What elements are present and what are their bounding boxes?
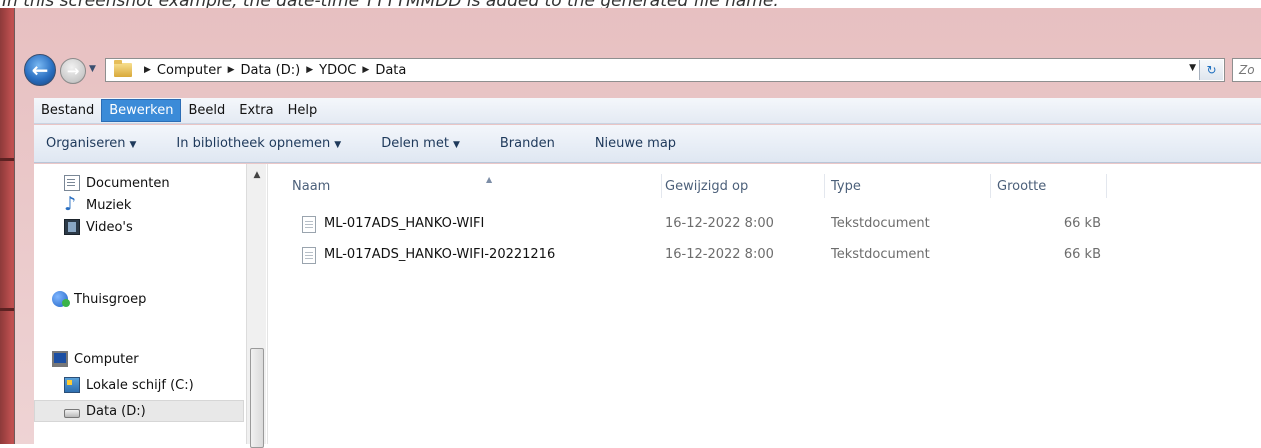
file-name-cell: ML-017ADS_HANKO-WIFI-20221216	[302, 243, 555, 267]
nav-label: Documenten	[86, 175, 170, 191]
recent-pages-dropdown-icon[interactable]: ▼	[89, 64, 96, 74]
nav-item-documents[interactable]: Documenten	[64, 172, 170, 194]
caption-text: In this screenshot example, the date-tim…	[0, 0, 1261, 8]
document-icon	[64, 175, 80, 191]
table-row[interactable]: ML-017ADS_HANKO-WIFI-20221216 16-12-2022…	[272, 243, 1261, 267]
nav-item-videos[interactable]: Video's	[64, 216, 133, 238]
menu-bar: Bestand Bewerken Beeld Extra Help	[34, 98, 1261, 124]
drive-icon	[64, 409, 80, 418]
command-bar: Organiseren ▼ In bibliotheek opnemen ▼ Del…	[34, 125, 1261, 163]
file-name-cell: ML-017ADS_HANKO-WIFI	[302, 212, 484, 236]
scrollbar-thumb[interactable]	[250, 348, 264, 448]
breadcrumb-data[interactable]: Data	[375, 63, 406, 78]
column-header-modified[interactable]: Gewijzigd op	[659, 172, 825, 200]
column-header-size[interactable]: Grootte	[991, 172, 1107, 200]
column-header-label: Type	[831, 178, 861, 194]
text-file-icon	[302, 215, 316, 233]
file-name: ML-017ADS_HANKO-WIFI-20221216	[324, 247, 556, 262]
file-modified: 16-12-2022 8:00	[665, 216, 774, 231]
chevron-down-icon: ▼	[129, 140, 137, 150]
sort-ascending-icon: ▲	[486, 175, 493, 184]
chevron-down-icon: ▼	[334, 140, 342, 150]
table-row[interactable]: ML-017ADS_HANKO-WIFI 16-12-2022 8:00 Tek…	[272, 212, 1261, 236]
nav-label: Data (D:)	[86, 403, 146, 419]
share-with-button[interactable]: Delen met ▼	[381, 136, 460, 151]
address-history-dropdown-icon[interactable]: ▼	[1189, 63, 1196, 73]
navigation-pane: Documenten Muziek Video's Thuisgroep Com…	[34, 164, 272, 448]
column-header-label: Naam	[292, 178, 331, 194]
file-size: 66 kB	[1063, 247, 1101, 262]
nav-label: Thuisgroep	[74, 291, 147, 307]
search-input[interactable]: Zo	[1232, 58, 1261, 82]
share-label: Delen met	[381, 136, 449, 151]
nav-label: Computer	[74, 351, 139, 367]
menu-help[interactable]: Help	[281, 100, 325, 121]
file-name: ML-017ADS_HANKO-WIFI	[324, 216, 485, 231]
nav-item-computer[interactable]: Computer	[52, 348, 139, 370]
breadcrumb-separator-icon[interactable]: ▶	[228, 65, 235, 75]
nav-label: Video's	[86, 219, 133, 235]
video-icon	[64, 219, 80, 235]
computer-icon	[52, 351, 68, 367]
back-button[interactable]: ←	[24, 54, 56, 86]
include-in-library-button[interactable]: In bibliotheek opnemen ▼	[176, 136, 341, 151]
homegroup-icon	[52, 291, 70, 307]
organize-button[interactable]: Organiseren ▼	[46, 136, 136, 151]
library-label: In bibliotheek opnemen	[176, 136, 331, 151]
breadcrumb-separator-icon[interactable]: ▶	[144, 65, 151, 75]
column-separator[interactable]	[1106, 174, 1107, 198]
nav-label: Lokale schijf (C:)	[86, 377, 194, 393]
music-icon	[64, 193, 80, 215]
pane-divider[interactable]	[267, 164, 268, 444]
local-disk-icon	[64, 377, 80, 393]
file-modified: 16-12-2022 8:00	[665, 247, 774, 262]
nav-item-data-d[interactable]: Data (D:)	[34, 400, 244, 422]
nav-label: Muziek	[86, 197, 132, 213]
file-type: Tekstdocument	[831, 247, 930, 262]
new-folder-button[interactable]: Nieuwe map	[595, 136, 676, 151]
menu-bestand[interactable]: Bestand	[34, 100, 101, 121]
breadcrumb-separator-icon[interactable]: ▶	[306, 65, 313, 75]
column-header-label: Grootte	[997, 178, 1047, 194]
file-type: Tekstdocument	[831, 216, 930, 231]
address-row: ← → ▼ ▶ Computer ▶ Data (D:) ▶ YDOC ▶ Da…	[14, 52, 1261, 90]
nav-item-homegroup[interactable]: Thuisgroep	[52, 288, 146, 310]
column-header-label: Gewijzigd op	[665, 178, 749, 194]
breadcrumb-separator-icon[interactable]: ▶	[362, 65, 369, 75]
text-file-icon	[302, 246, 316, 264]
scroll-up-icon[interactable]: ▲	[247, 170, 267, 180]
file-size: 66 kB	[1063, 216, 1101, 231]
navigation-scrollbar[interactable]: ▲	[246, 164, 267, 448]
breadcrumb-ydoc[interactable]: YDOC	[319, 63, 356, 78]
nav-item-local-disk-c[interactable]: Lokale schijf (C:)	[64, 374, 194, 396]
file-list: Naam ▲ Gewijzigd op Type Grootte ML-017A…	[272, 164, 1261, 444]
address-bar[interactable]: ▶ Computer ▶ Data (D:) ▶ YDOC ▶ Data ▼ ↻	[105, 58, 1225, 82]
menu-beeld[interactable]: Beeld	[181, 100, 232, 121]
refresh-icon[interactable]: ↻	[1199, 60, 1223, 80]
column-header-type[interactable]: Type	[825, 172, 991, 200]
organize-label: Organiseren	[46, 136, 126, 151]
menu-extra[interactable]: Extra	[232, 100, 280, 121]
burn-button[interactable]: Branden	[500, 136, 555, 151]
forward-button[interactable]: →	[60, 58, 86, 84]
breadcrumb-computer[interactable]: Computer	[157, 63, 222, 78]
folder-icon	[114, 60, 132, 77]
menu-bewerken[interactable]: Bewerken	[101, 99, 182, 122]
chevron-down-icon: ▼	[452, 140, 460, 150]
nav-item-music[interactable]: Muziek	[64, 193, 132, 216]
column-header-name[interactable]: Naam ▲	[286, 172, 662, 200]
breadcrumb-data-d[interactable]: Data (D:)	[240, 63, 300, 78]
